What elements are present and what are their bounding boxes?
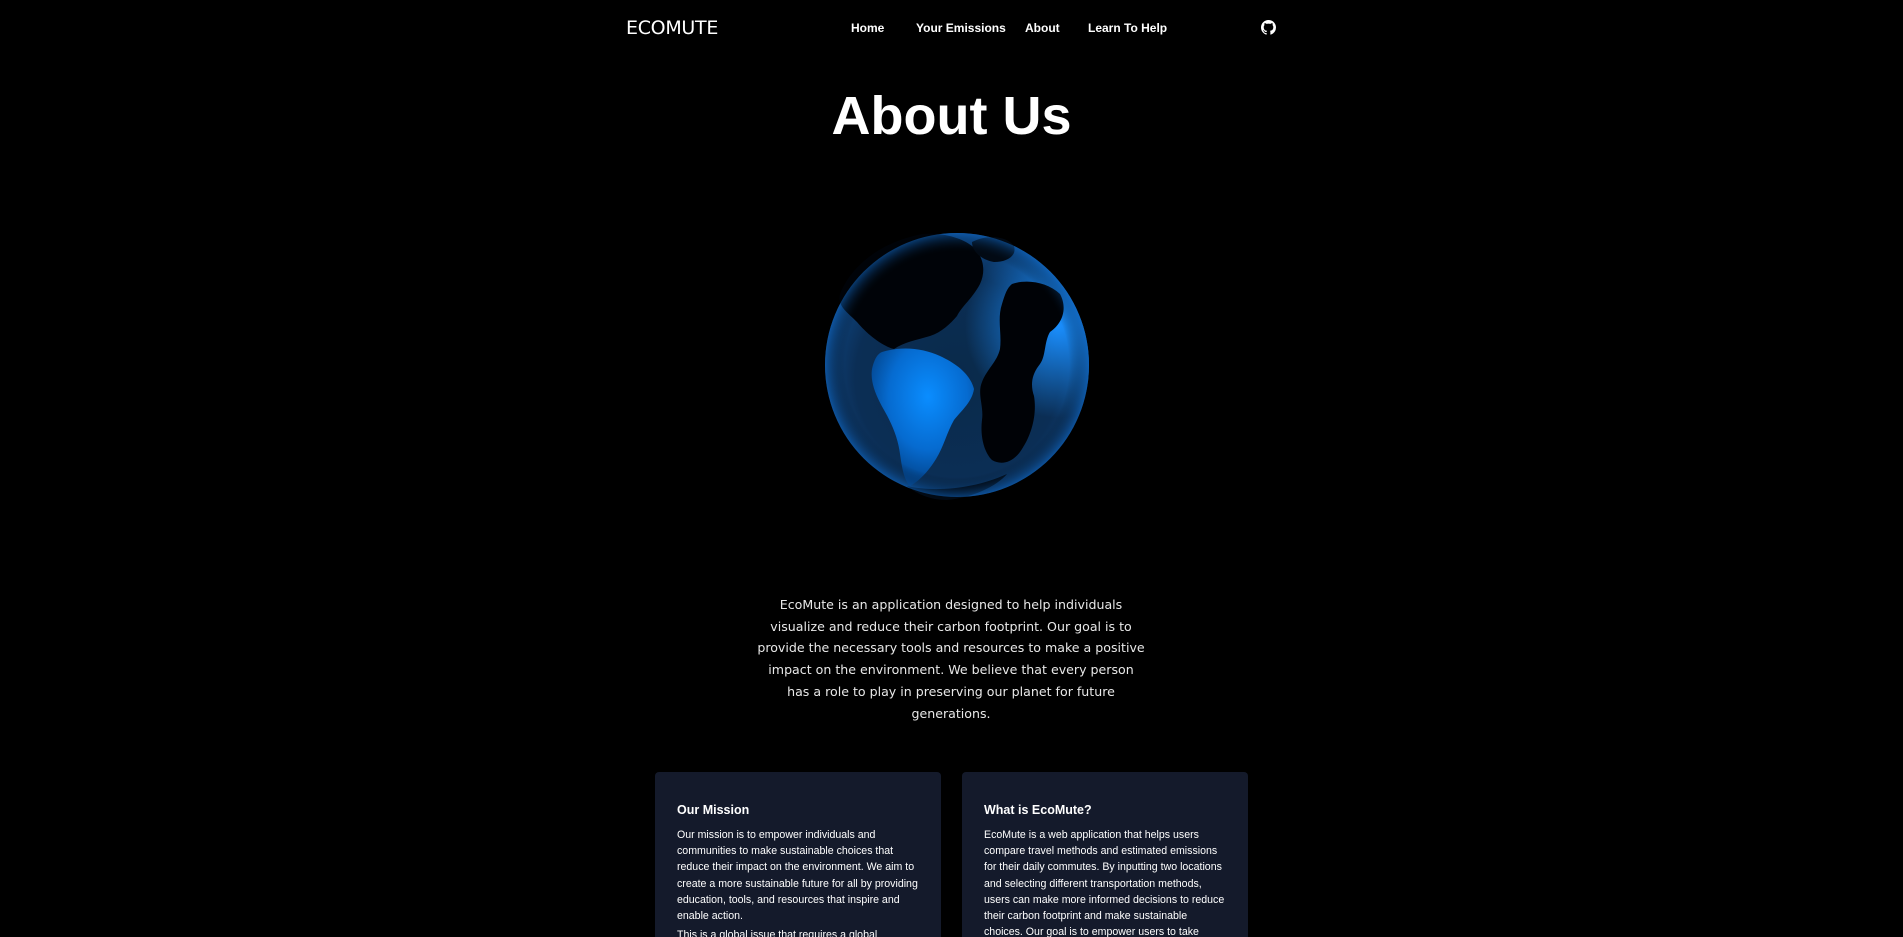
card-text: Our mission is to empower individuals an… [677,829,918,923]
card-text: This is a global issue that requires a g… [677,929,878,937]
page-title: About Us [831,86,1072,146]
intro-paragraph: EcoMute is an application designed to he… [757,597,1145,721]
card-title: Our Mission [677,803,750,817]
nav-your-emissions[interactable]: Your Emissions [916,21,1006,35]
card-our-mission: Our Mission Our mission is to empower in… [655,772,941,937]
nav-about[interactable]: About [1025,21,1060,35]
github-icon[interactable] [1261,20,1276,35]
nav-home[interactable]: Home [851,21,884,35]
card-what-is-ecomute: What is EcoMute? EcoMute is a web applic… [962,772,1248,937]
card-title: What is EcoMute? [984,803,1092,817]
page: ECOMUTE Home Your Emissions About Learn … [0,0,1903,937]
nav-learn-to-help[interactable]: Learn To Help [1088,21,1167,35]
globe-illustration [825,233,1089,500]
card-text: EcoMute is a web application that helps … [984,829,1225,937]
brand-logo[interactable]: ECOMUTE [626,17,718,39]
navbar: ECOMUTE Home Your Emissions About Learn … [0,0,1903,58]
